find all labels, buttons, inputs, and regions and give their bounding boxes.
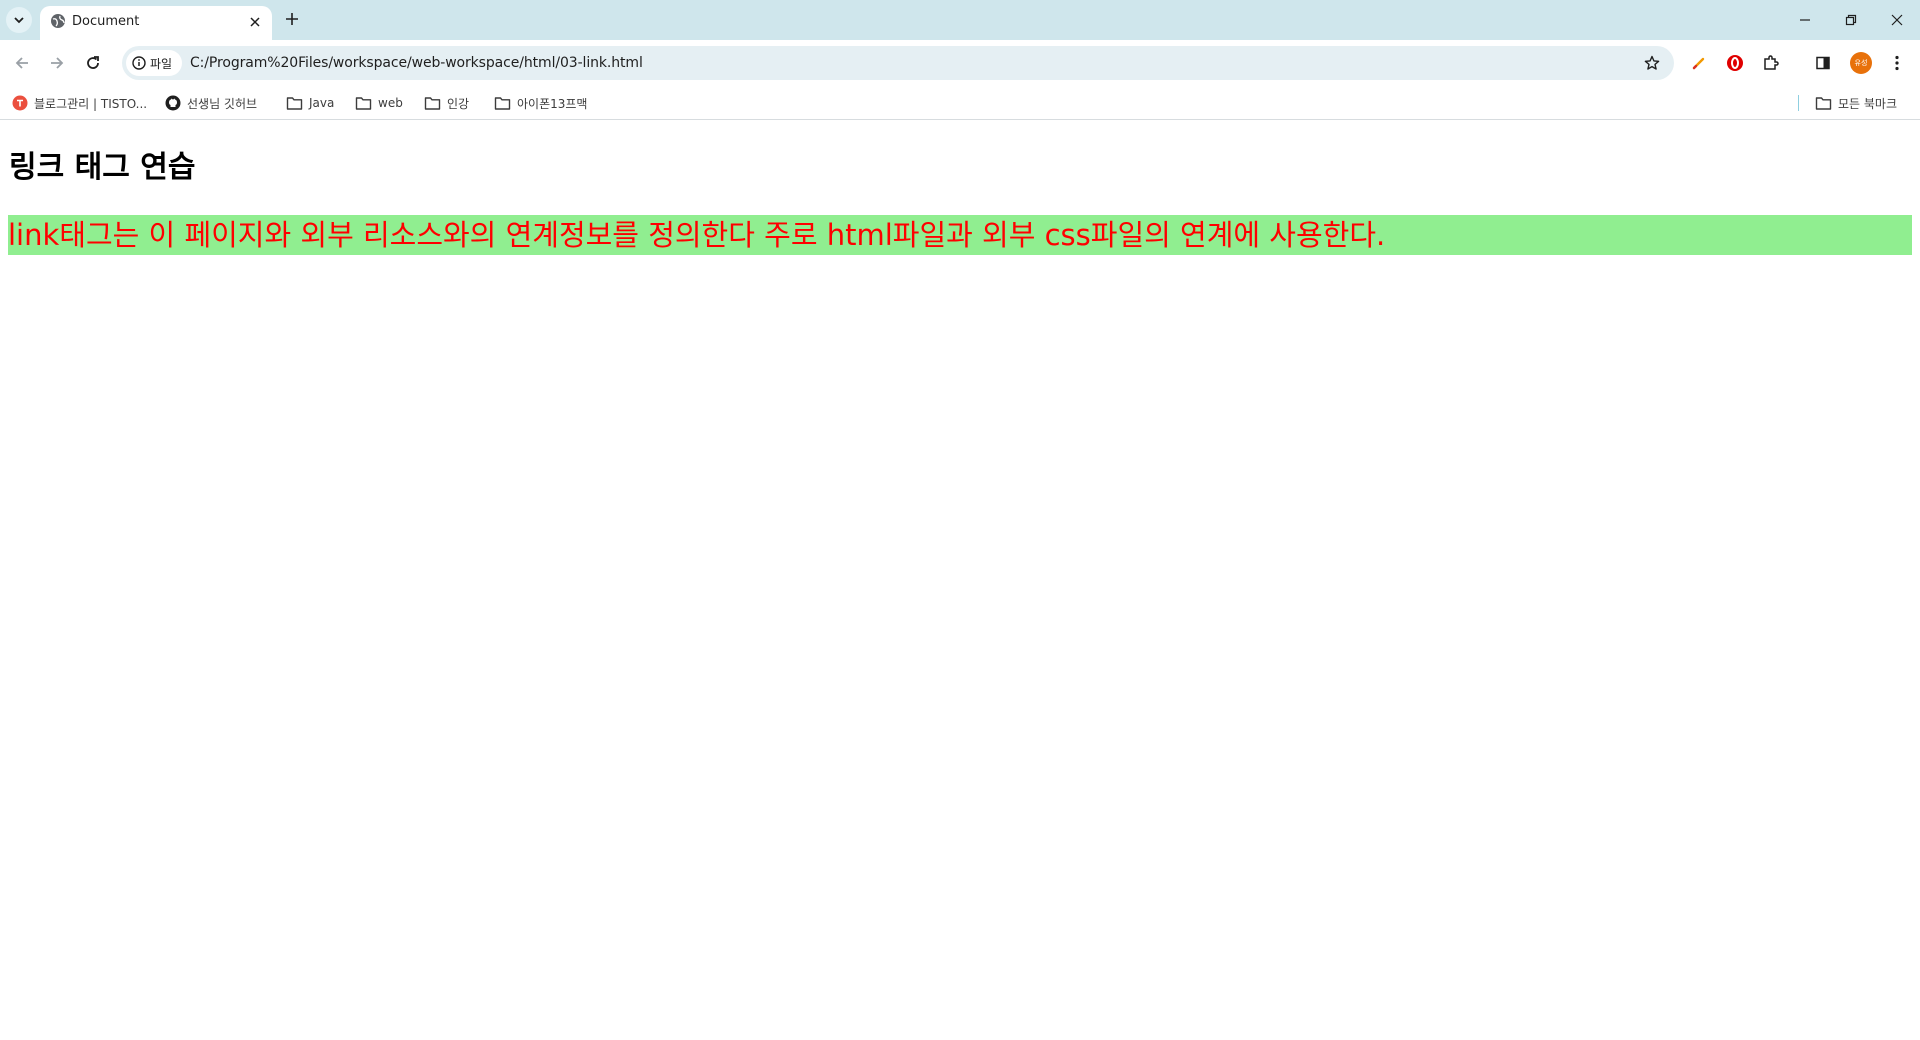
bookmark-folder-web[interactable]: web — [355, 94, 403, 112]
all-bookmarks-label: 모든 북마크 — [1838, 96, 1898, 111]
bookmark-tistory[interactable]: 블로그관리 | TISTO... — [12, 94, 147, 112]
bookmark-folder-lectures[interactable]: 인강 — [424, 94, 469, 112]
close-icon — [1891, 14, 1903, 26]
bookmark-label: web — [378, 96, 403, 110]
folder-icon — [424, 96, 441, 110]
browser-menu-button[interactable] — [1886, 52, 1908, 74]
chevron-down-icon — [14, 17, 24, 24]
side-panel-icon — [1816, 56, 1830, 70]
star-icon — [1644, 55, 1660, 70]
side-panel-button[interactable] — [1812, 52, 1834, 74]
adblock-extension-button[interactable] — [1724, 52, 1746, 74]
address-bar[interactable]: 파일 C:/Program%20Files/workspace/web-work… — [122, 46, 1674, 80]
bookmark-folder-iphone[interactable]: 아이폰13프맥 — [494, 94, 587, 112]
close-icon — [250, 17, 260, 27]
close-window-button[interactable] — [1874, 0, 1920, 40]
bookmark-label: 인강 — [447, 96, 470, 111]
profile-avatar[interactable]: 유성 — [1850, 52, 1872, 74]
restore-button[interactable] — [1828, 0, 1874, 40]
folder-icon — [286, 96, 303, 110]
plus-icon — [286, 13, 298, 25]
tab-title: Document — [72, 14, 140, 29]
reload-icon — [87, 56, 99, 69]
site-chip-label: 파일 — [150, 56, 173, 71]
restore-icon — [1845, 14, 1857, 26]
browser-toolbar: 파일 C:/Program%20Files/workspace/web-work… — [0, 40, 1920, 86]
globe-icon — [51, 14, 65, 28]
page-viewport: 링크 태그 연습 link태그는 이 페이지와 외부 리소스와의 연계정보를 정… — [0, 121, 1920, 1040]
shield-icon — [1727, 55, 1743, 71]
back-button[interactable] — [9, 50, 35, 76]
bookmarks-divider — [1798, 95, 1799, 111]
folder-icon — [494, 96, 511, 110]
bookmark-star-button[interactable] — [1642, 53, 1662, 73]
forward-button[interactable] — [44, 50, 70, 76]
reload-button[interactable] — [80, 50, 106, 76]
pen-icon — [1692, 57, 1705, 70]
folder-icon — [355, 96, 372, 110]
active-tab[interactable]: Document — [40, 6, 272, 40]
tab-search-button[interactable] — [6, 7, 32, 33]
pen-extension-button[interactable] — [1688, 52, 1710, 74]
more-vertical-icon — [1895, 55, 1899, 71]
puzzle-icon — [1764, 55, 1779, 70]
link-description-paragraph: link태그는 이 페이지와 외부 리소스와의 연계정보를 정의한다 주로 ht… — [8, 215, 1912, 255]
arrow-left-icon — [15, 57, 28, 69]
arrow-right-icon — [51, 57, 64, 69]
all-bookmarks-button[interactable]: 모든 북마크 — [1815, 94, 1897, 112]
info-icon — [132, 56, 146, 70]
new-tab-button[interactable] — [282, 9, 302, 29]
bookmark-folder-java[interactable]: Java — [286, 94, 334, 112]
minimize-button[interactable] — [1782, 0, 1828, 40]
page-heading: 링크 태그 연습 — [9, 150, 196, 185]
extensions-button[interactable] — [1760, 52, 1782, 74]
url-text[interactable]: C:/Program%20Files/workspace/web-workspa… — [190, 55, 643, 71]
tistory-icon — [12, 95, 28, 111]
bookmark-github[interactable]: 선생님 깃허브 — [165, 94, 257, 112]
tab-close-button[interactable] — [246, 13, 264, 31]
bookmark-label: Java — [309, 96, 335, 110]
tab-strip: Document — [0, 0, 1920, 40]
minimize-icon — [1800, 19, 1810, 21]
folder-icon — [1815, 96, 1832, 110]
bookmark-label: 블로그관리 | TISTO... — [34, 96, 148, 111]
site-info-chip[interactable]: 파일 — [126, 50, 182, 76]
github-icon — [165, 95, 181, 111]
bookmarks-bar: 블로그관리 | TISTO... 선생님 깃허브 Java web 인강 아이폰… — [0, 86, 1920, 120]
bookmark-label: 선생님 깃허브 — [187, 96, 258, 111]
bookmark-label: 아이폰13프맥 — [517, 96, 588, 111]
